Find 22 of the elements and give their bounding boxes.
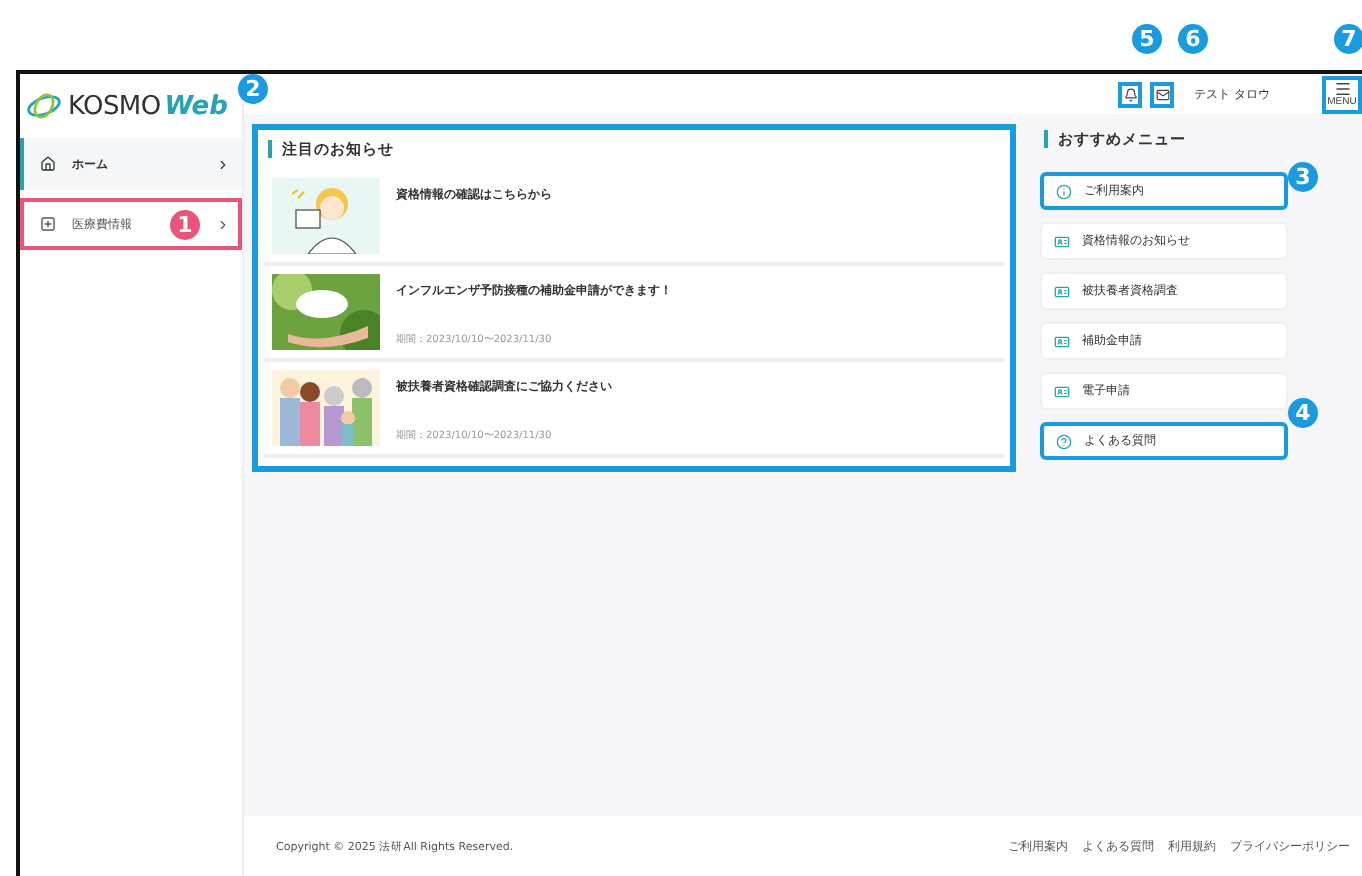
logo-text: KOSMO [68, 91, 161, 121]
id-card-icon [1054, 233, 1070, 249]
chevron-icon [216, 157, 230, 171]
help-icon [1056, 433, 1072, 449]
id-card-icon [1054, 383, 1070, 399]
home-icon [40, 156, 56, 172]
callout-number: 7 [1334, 24, 1362, 54]
chevron-icon [216, 217, 230, 231]
id-card-icon [1054, 333, 1070, 349]
callout-number: 6 [1178, 24, 1208, 54]
menu-icon [1333, 80, 1351, 98]
mail-icon [1155, 87, 1170, 101]
logo-suffix: Web [164, 91, 228, 121]
notification-button[interactable] [1118, 81, 1143, 107]
plus-icon [40, 216, 56, 232]
id-card-icon [1054, 283, 1070, 299]
callout-number: 1 [170, 209, 200, 239]
logo-icon [24, 92, 64, 120]
callout-number: 5 [1132, 24, 1162, 54]
mail-button[interactable] [1150, 81, 1175, 107]
bell-icon [1123, 87, 1138, 101]
info-icon [1056, 183, 1072, 199]
